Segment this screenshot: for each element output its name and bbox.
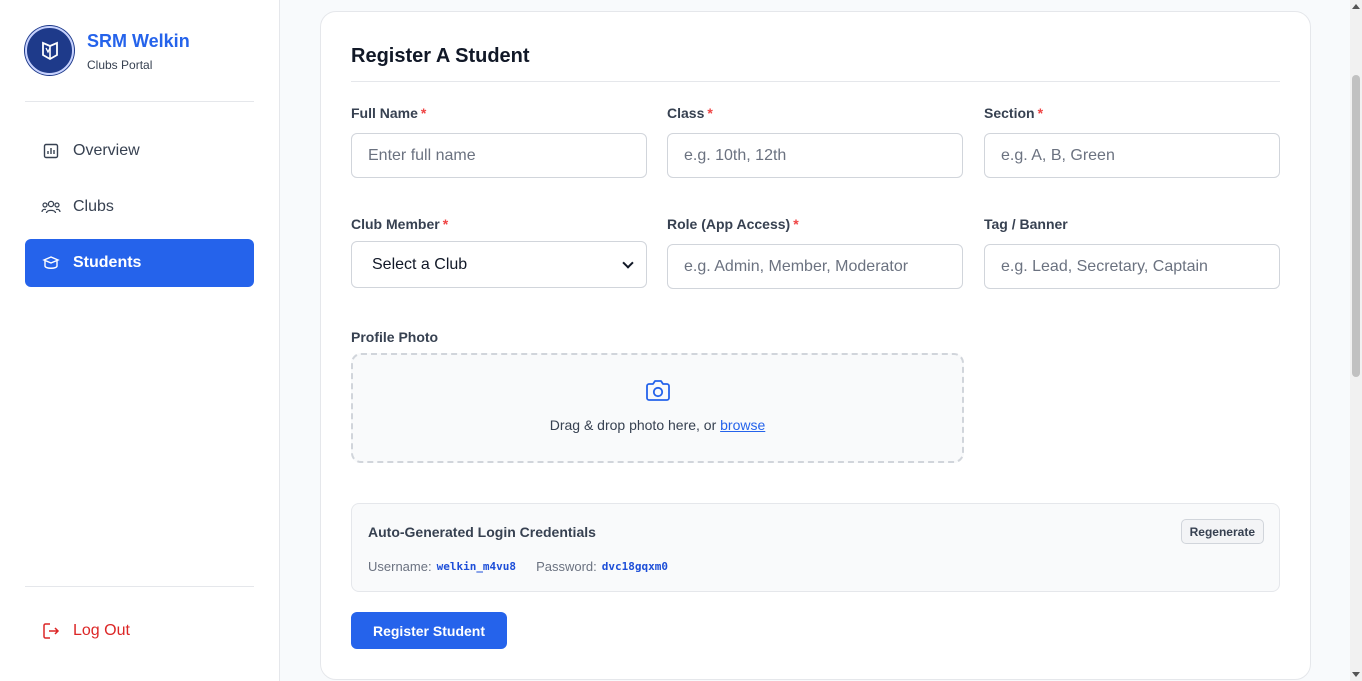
tag-field: Tag / Banner	[984, 216, 1280, 289]
credentials-line: Username: welkin_m4vu8 Password: dvc18gq…	[368, 559, 668, 574]
brand-title: SRM Welkin	[87, 30, 190, 51]
regenerate-button[interactable]: Regenerate	[1180, 519, 1264, 544]
dropzone-text: Drag & drop photo here, or browse	[549, 417, 766, 433]
required-mark: *	[793, 216, 799, 232]
sidebar-item-label: Clubs	[73, 198, 114, 215]
password-label: Password:	[536, 559, 597, 574]
required-mark: *	[1037, 105, 1044, 121]
club-select-value: Select a Club	[372, 255, 468, 273]
brand-subtitle: Clubs Portal	[87, 57, 153, 72]
class-label: Class *	[667, 105, 713, 121]
page-title: Register A Student	[351, 45, 530, 67]
section-input[interactable]	[984, 133, 1280, 178]
logout-icon	[41, 621, 61, 641]
sidebar-item-label: Overview	[73, 142, 140, 159]
tag-input[interactable]	[984, 244, 1280, 289]
full-name-input[interactable]	[351, 133, 647, 178]
sidebar-item-overview[interactable]: Overview	[25, 127, 254, 175]
section-field: Section *	[984, 105, 1280, 178]
logo-emblem-icon	[41, 41, 58, 60]
logout-label: Log Out	[73, 622, 130, 639]
register-student-button[interactable]: Register Student	[351, 612, 507, 649]
browse-link[interactable]: browse	[720, 417, 765, 433]
credentials-panel: Auto-Generated Login Credentials Regener…	[351, 503, 1280, 592]
scroll-down-icon[interactable]	[1352, 672, 1360, 677]
club-member-field: Club Member * Select a Club	[351, 216, 647, 288]
section-label: Section *	[984, 105, 1044, 121]
users-icon	[41, 197, 61, 217]
profile-photo-label: Profile Photo	[351, 329, 439, 345]
sidebar-item-label: Students	[73, 254, 142, 271]
required-mark: *	[442, 216, 449, 232]
class-input[interactable]	[667, 133, 963, 178]
title-divider	[351, 81, 1280, 82]
club-select[interactable]: Select a Club	[351, 241, 647, 288]
full-name-field: Full Name *	[351, 105, 647, 178]
sidebar-divider	[25, 586, 254, 587]
register-student-card: Register A Student Full Name* Class* Sec…	[320, 11, 1311, 680]
brand: SRM Welkin Clubs Portal	[25, 26, 190, 75]
logout-button[interactable]: Log Out	[25, 607, 254, 655]
required-mark: *	[420, 105, 427, 121]
page-scrollbar[interactable]	[1350, 0, 1362, 681]
role-label: Role (App Access) *	[667, 216, 799, 232]
username-label: Username:	[368, 559, 432, 574]
credentials-title: Auto-Generated Login Credentials	[368, 524, 596, 540]
role-input[interactable]	[667, 244, 963, 289]
chart-icon	[41, 141, 61, 161]
required-mark: *	[707, 105, 713, 121]
club-member-label: Club Member *	[351, 216, 449, 232]
sidebar-divider	[25, 101, 254, 102]
student-icon	[41, 253, 61, 273]
username-value: welkin_m4vu8	[436, 560, 517, 573]
scrollbar-thumb[interactable]	[1352, 75, 1360, 377]
logo	[25, 26, 74, 75]
role-field: Role (App Access) *	[667, 216, 963, 289]
photo-dropzone[interactable]: Drag & drop photo here, or browse	[351, 353, 964, 463]
sidebar: SRM Welkin Clubs Portal Overview Clubs S…	[0, 0, 280, 681]
sidebar-item-students[interactable]: Students	[25, 239, 254, 287]
chevron-down-icon	[622, 256, 634, 269]
tag-label: Tag / Banner	[984, 216, 1068, 232]
scroll-up-icon[interactable]	[1352, 4, 1360, 9]
full-name-label: Full Name *	[351, 105, 427, 121]
password-value: dvc18gqxm0	[601, 560, 668, 573]
class-field: Class *	[667, 105, 963, 178]
sidebar-nav: Overview Clubs Students	[25, 127, 254, 295]
sidebar-item-clubs[interactable]: Clubs	[25, 183, 254, 231]
camera-icon	[645, 380, 670, 401]
profile-photo-field: Profile Photo	[351, 329, 647, 347]
